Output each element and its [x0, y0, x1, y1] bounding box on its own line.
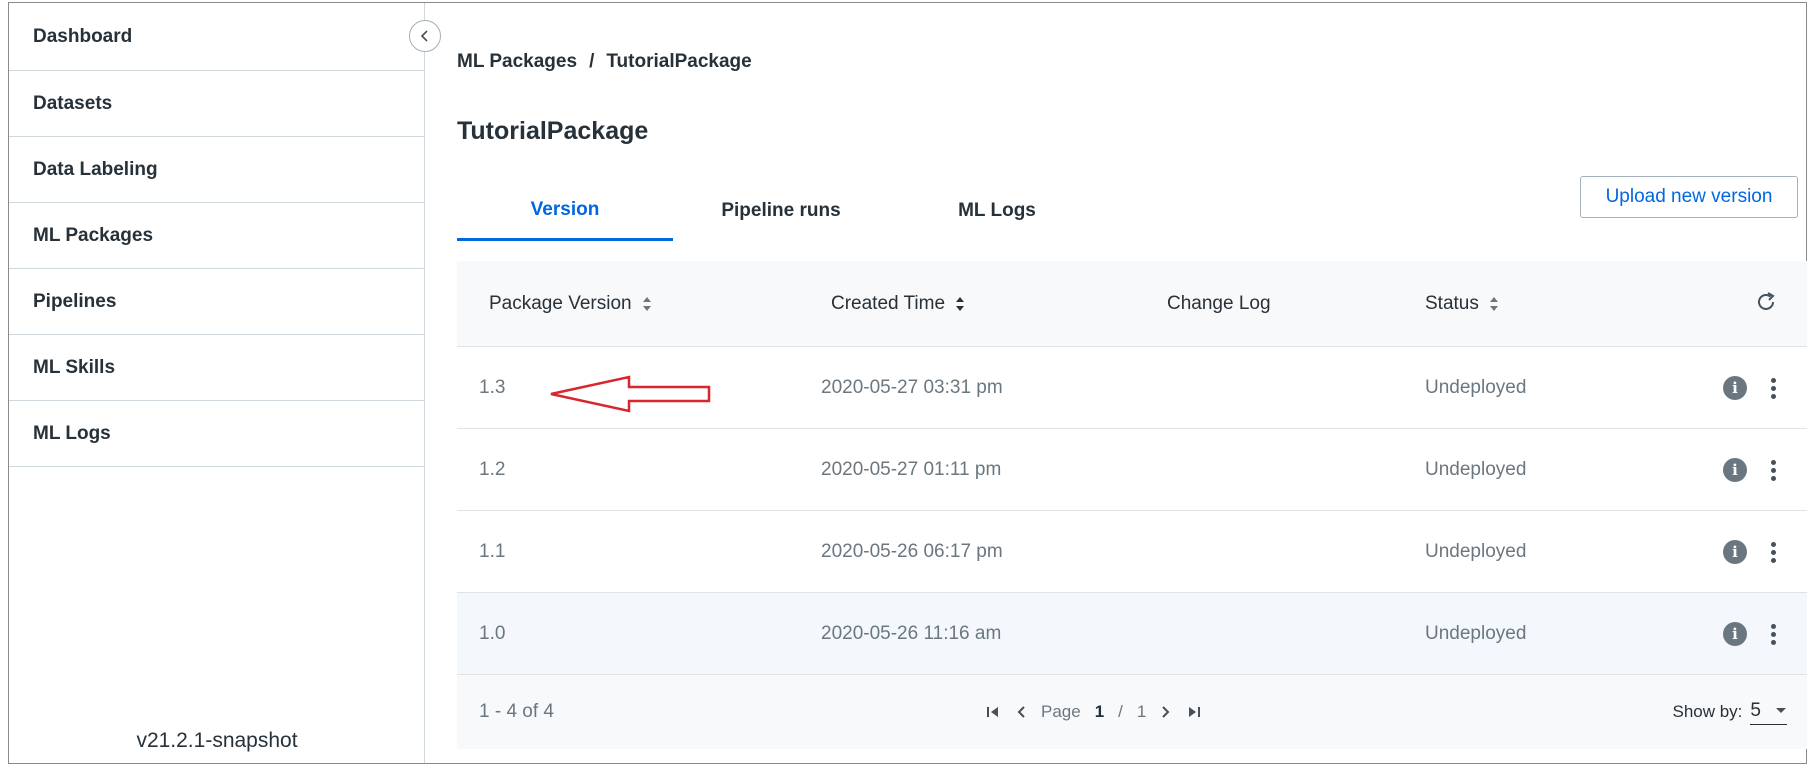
cell-status: Undeployed — [1425, 377, 1527, 398]
sidebar: Dashboard Datasets Data Labeling ML Pack… — [9, 3, 425, 763]
info-icon[interactable]: i — [1723, 540, 1747, 564]
current-page: 1 — [1094, 702, 1105, 721]
cell-version: 1.2 — [479, 459, 506, 480]
info-icon[interactable]: i — [1723, 458, 1747, 482]
collapse-sidebar-button[interactable] — [409, 20, 441, 52]
table-footer: 1 - 4 of 4 Page 1 / 1 Show by: 5 — [457, 675, 1807, 749]
page-title: TutorialPackage — [457, 117, 649, 145]
versions-table: Package Version Created Time Change Log … — [457, 261, 1807, 749]
cell-status: Undeployed — [1425, 623, 1527, 644]
cell-version: 1.3 — [479, 377, 506, 398]
table-row[interactable]: 1.2 2020-05-27 01:11 pm Undeployed i — [457, 429, 1807, 511]
first-page-icon[interactable] — [985, 704, 1001, 720]
sort-icon[interactable] — [1489, 295, 1499, 313]
annotation-arrow-icon — [550, 375, 711, 413]
sidebar-item-pipelines[interactable]: Pipelines — [9, 269, 424, 335]
previous-page-icon[interactable] — [1015, 704, 1027, 720]
column-label: Created Time — [831, 293, 946, 314]
info-icon[interactable]: i — [1723, 622, 1747, 646]
page-size-select[interactable]: 5 — [1750, 700, 1787, 725]
column-label: Status — [1425, 293, 1479, 314]
page-size-value: 5 — [1750, 699, 1761, 721]
cell-created-time: 2020-05-27 03:31 pm — [821, 377, 1003, 398]
more-options-icon[interactable] — [1765, 540, 1781, 564]
show-by-label: Show by: — [1672, 702, 1743, 721]
tab-pipeline-runs[interactable]: Pipeline runs — [673, 181, 889, 241]
total-pages: 1 — [1136, 702, 1147, 721]
row-actions: i — [1723, 593, 1781, 675]
sidebar-item-data-labeling[interactable]: Data Labeling — [9, 137, 424, 203]
cell-created-time: 2020-05-26 06:17 pm — [821, 541, 1003, 562]
sort-icon[interactable] — [955, 295, 965, 313]
column-header-status[interactable]: Status — [1425, 261, 1499, 347]
cell-created-time: 2020-05-27 01:11 pm — [821, 459, 1002, 480]
upload-new-version-button[interactable]: Upload new version — [1580, 176, 1798, 218]
chevron-left-icon — [420, 30, 428, 42]
sidebar-item-datasets[interactable]: Datasets — [9, 71, 424, 137]
sidebar-item-ml-logs[interactable]: ML Logs — [9, 401, 424, 467]
column-header-created-time[interactable]: Created Time — [831, 261, 965, 347]
breadcrumb-ml-packages[interactable]: ML Packages — [457, 51, 577, 73]
refresh-icon[interactable] — [1755, 291, 1777, 318]
tab-ml-logs[interactable]: ML Logs — [889, 181, 1105, 241]
sidebar-item-dashboard[interactable]: Dashboard — [9, 3, 424, 71]
column-header-change-log: Change Log — [1167, 261, 1271, 347]
sidebar-item-ml-packages[interactable]: ML Packages — [9, 203, 424, 269]
tab-version[interactable]: Version — [457, 181, 673, 241]
more-options-icon[interactable] — [1765, 376, 1781, 400]
show-by: Show by: 5 — [1672, 675, 1787, 749]
next-page-icon[interactable] — [1160, 704, 1172, 720]
page-separator: / — [1118, 702, 1123, 721]
table-header: Package Version Created Time Change Log … — [457, 261, 1807, 347]
page-label: Page — [1041, 702, 1081, 721]
column-header-package-version[interactable]: Package Version — [489, 261, 652, 347]
table-row[interactable]: 1.0 2020-05-26 11:16 am Undeployed i — [457, 593, 1807, 675]
app-frame: Dashboard Datasets Data Labeling ML Pack… — [8, 2, 1807, 764]
cell-created-time: 2020-05-26 11:16 am — [821, 623, 1002, 644]
column-label: Package Version — [489, 293, 632, 314]
cell-status: Undeployed — [1425, 541, 1527, 562]
last-page-icon[interactable] — [1186, 704, 1202, 720]
app-version: v21.2.1-snapshot — [136, 729, 298, 752]
row-actions: i — [1723, 511, 1781, 593]
pagination: Page 1 / 1 — [985, 675, 1202, 749]
cell-version: 1.1 — [479, 541, 506, 562]
cell-version: 1.0 — [479, 623, 506, 644]
cell-status: Undeployed — [1425, 459, 1527, 480]
info-icon[interactable]: i — [1723, 376, 1747, 400]
pagination-range: 1 - 4 of 4 — [479, 701, 554, 722]
breadcrumb: ML Packages / TutorialPackage — [457, 51, 752, 73]
row-actions: i — [1723, 347, 1781, 429]
table-row[interactable]: 1.1 2020-05-26 06:17 pm Undeployed i — [457, 511, 1807, 593]
dropdown-arrow-icon — [1776, 707, 1786, 713]
column-label: Change Log — [1167, 293, 1271, 314]
more-options-icon[interactable] — [1765, 458, 1781, 482]
tab-bar: Version Pipeline runs ML Logs — [457, 181, 1105, 241]
sidebar-item-ml-skills[interactable]: ML Skills — [9, 335, 424, 401]
more-options-icon[interactable] — [1765, 622, 1781, 646]
row-actions: i — [1723, 429, 1781, 511]
breadcrumb-separator: / — [589, 51, 595, 72]
breadcrumb-current: TutorialPackage — [606, 51, 752, 72]
sort-icon[interactable] — [642, 295, 652, 313]
